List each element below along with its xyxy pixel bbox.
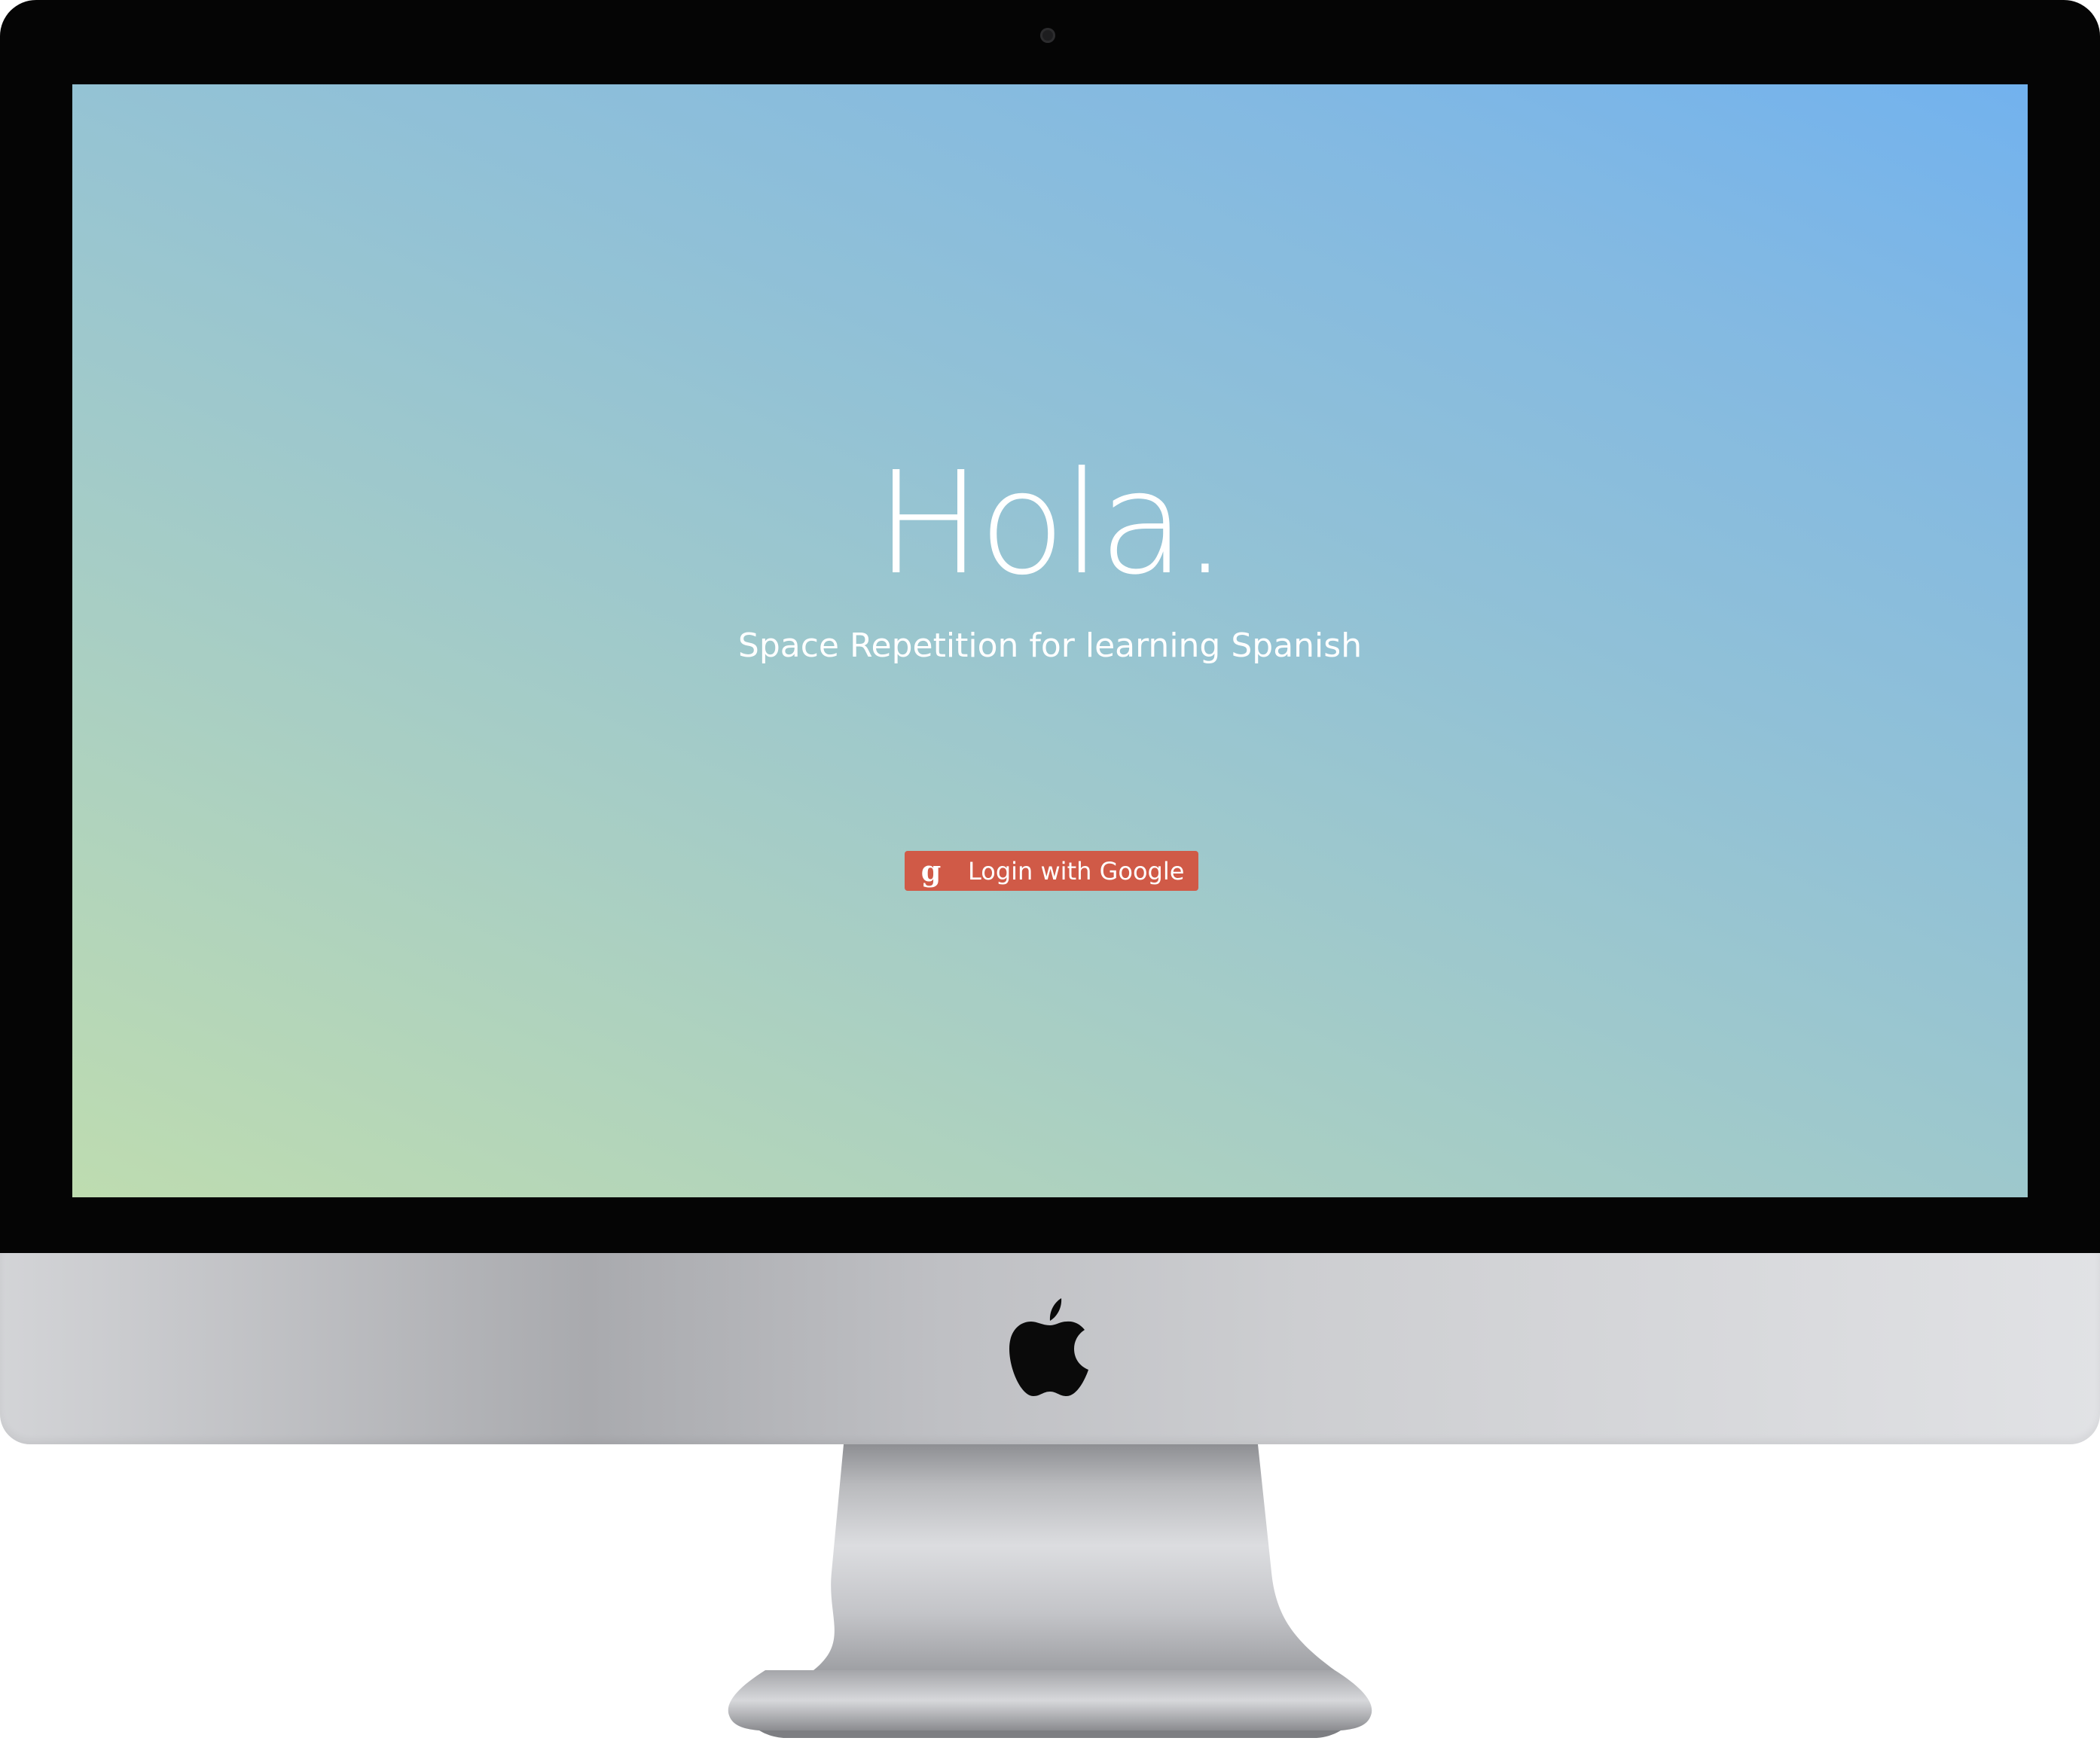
page-subtitle: Space Repetition for learning Spanish [737, 627, 1363, 665]
screen: Hola. Space Repetition for learning Span… [72, 84, 2028, 1197]
login-button-label: Login with Google [968, 856, 1185, 886]
monitor-bezel: Hola. Space Repetition for learning Span… [0, 0, 2100, 1253]
monitor-stand [728, 1444, 1372, 1738]
apple-logo-icon [1009, 1298, 1088, 1396]
webcam-icon [1040, 28, 1055, 43]
login-with-google-button[interactable]: g Login with Google [905, 851, 1198, 891]
monitor-mockup: Hola. Space Repetition for learning Span… [0, 0, 2100, 1744]
page-title: Hola. [875, 441, 1228, 606]
google-plus-icon: g [920, 854, 942, 888]
